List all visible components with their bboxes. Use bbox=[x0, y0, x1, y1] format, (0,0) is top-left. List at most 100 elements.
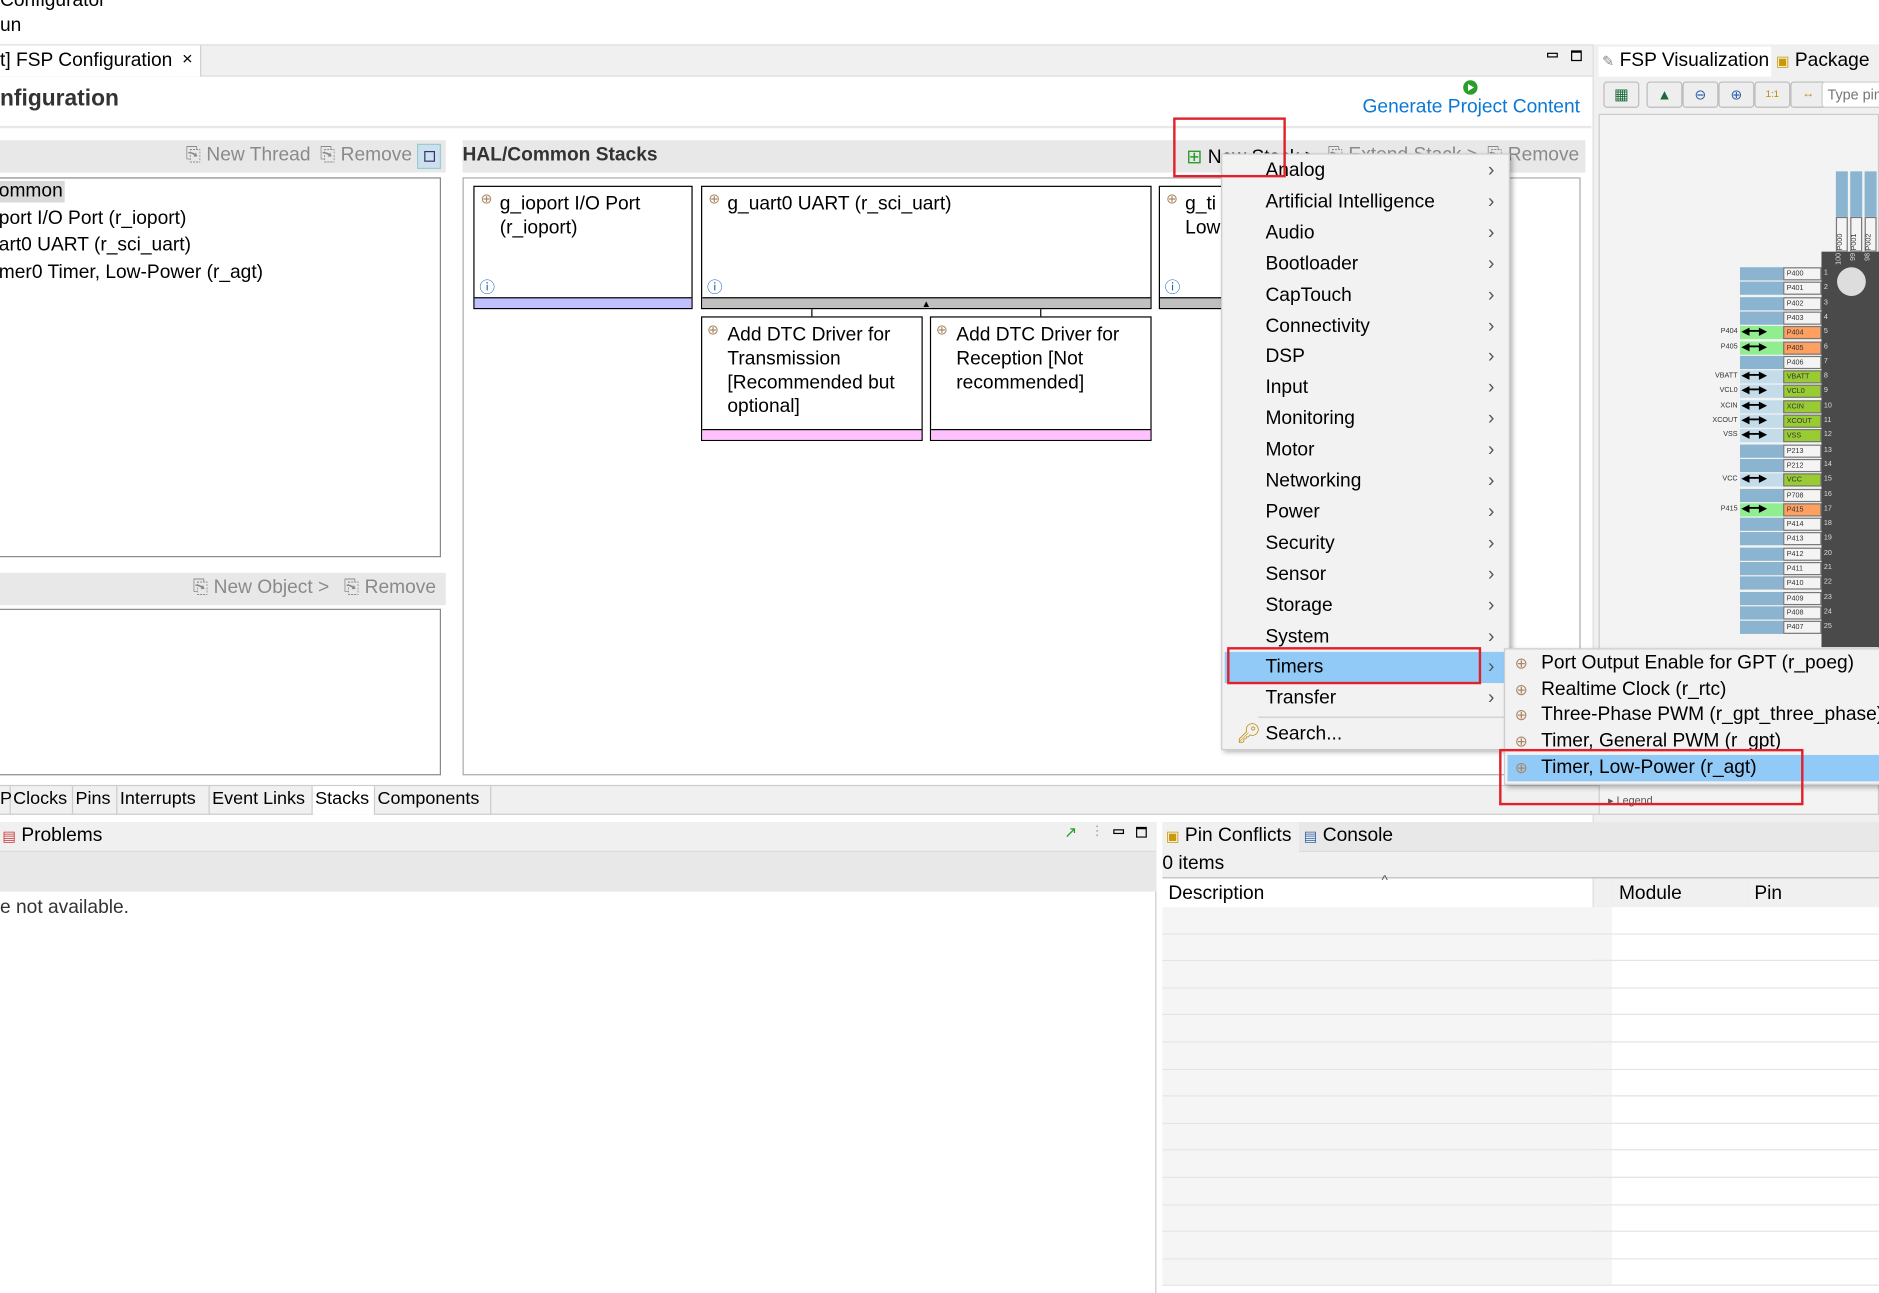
menu-item-transfer[interactable]: Transfer › bbox=[1225, 683, 1507, 714]
tab-interrupts[interactable]: Interrupts bbox=[117, 786, 210, 815]
module-box-ioport[interactable]: ⊕ g_ioport I/O Port (r_ioport) ⓘ bbox=[473, 185, 693, 310]
pin-13[interactable]: P213 13 bbox=[1702, 444, 1879, 458]
pin-3[interactable]: P402 3 bbox=[1702, 296, 1879, 310]
menu-item-networking[interactable]: Networking › bbox=[1225, 466, 1507, 497]
pin-8[interactable]: VBATT ◀━━▶ VBATT 8 bbox=[1702, 369, 1879, 384]
tab-clocks[interactable]: Clocks bbox=[11, 786, 74, 815]
zoom-in-icon[interactable]: ⊕ bbox=[1718, 81, 1755, 108]
pin-20[interactable]: P412 20 bbox=[1702, 547, 1879, 561]
collapse-all-icon[interactable] bbox=[417, 143, 441, 169]
menu-item-storage[interactable]: Storage › bbox=[1225, 590, 1507, 621]
info-icon[interactable]: ⓘ bbox=[707, 274, 723, 297]
info-icon[interactable]: ⓘ bbox=[1165, 274, 1181, 297]
pin-1[interactable]: P400 1 bbox=[1702, 267, 1879, 281]
pin-12[interactable]: VSS ◀━━▶ VSS 12 bbox=[1702, 428, 1879, 443]
tree-item-timer0[interactable]: mer0 Timer, Low-Power (r_agt) bbox=[0, 262, 263, 284]
open-console-icon[interactable]: ↗ bbox=[1064, 823, 1077, 842]
close-icon[interactable]: × bbox=[182, 49, 193, 69]
tab-fsp-visualization[interactable]: ✎ FSP Visualization bbox=[1598, 46, 1772, 77]
pin-10[interactable]: XCIN ◀━━▶ XCIN 10 bbox=[1702, 399, 1879, 414]
pin-2[interactable]: P401 2 bbox=[1702, 281, 1879, 296]
pin-17[interactable]: P415 ◀━━▶ P415 17 bbox=[1702, 502, 1879, 517]
collapse-dependencies-toggle[interactable]: ▲ bbox=[702, 297, 1151, 309]
fit-icon[interactable]: ▲ bbox=[1646, 81, 1683, 108]
remove-object-button[interactable]: ⎘ Remove bbox=[344, 578, 436, 600]
pin-23[interactable]: P409 23 bbox=[1702, 591, 1879, 605]
save-image-icon[interactable]: ▦ bbox=[1603, 81, 1640, 108]
menu-item-power[interactable]: Power › bbox=[1225, 497, 1507, 528]
pin-19[interactable]: P413 19 bbox=[1702, 532, 1879, 546]
pin-number: 12 bbox=[1823, 431, 1832, 439]
maximize-icon[interactable] bbox=[1136, 826, 1147, 838]
generate-icon[interactable] bbox=[1463, 80, 1478, 95]
menu-item-label: Motor bbox=[1265, 439, 1315, 461]
dependency-box-dtc-rx[interactable]: ⊕ Add DTC Driver for Reception [Not reco… bbox=[929, 316, 1152, 441]
editor-tab-fsp-configuration[interactable]: t] FSP Configuration × bbox=[0, 45, 202, 77]
bidirectional-arrow-icon: ◀━━▶ bbox=[1741, 369, 1767, 382]
new-object-button[interactable]: ⎘ New Object > bbox=[193, 578, 329, 600]
tab-components[interactable]: Components bbox=[375, 786, 492, 815]
column-header-description[interactable]: Description ^ bbox=[1162, 874, 1611, 907]
top-pin-name[interactable]: P002 bbox=[1864, 216, 1877, 252]
tab-stacks[interactable]: Stacks bbox=[312, 786, 376, 815]
tab-pin-conflicts[interactable]: ▣ Pin Conflicts bbox=[1162, 822, 1300, 853]
new-thread-button[interactable]: ⎘ New Thread bbox=[186, 145, 311, 167]
pin-18[interactable]: P414 18 bbox=[1702, 517, 1879, 531]
top-pin-name[interactable]: P000 bbox=[1835, 216, 1848, 252]
menu-item-security[interactable]: Security › bbox=[1225, 528, 1507, 559]
menu-item-audio[interactable]: Audio › bbox=[1225, 218, 1507, 249]
menu-item-input[interactable]: Input › bbox=[1225, 373, 1507, 404]
pin-search-input[interactable] bbox=[1821, 81, 1879, 108]
column-header-module[interactable]: Module bbox=[1611, 878, 1747, 908]
table-row bbox=[1162, 1177, 1879, 1206]
pin-15[interactable]: VCC ◀━━▶ VCC 15 bbox=[1702, 472, 1879, 487]
pin-24[interactable]: P408 24 bbox=[1702, 606, 1879, 620]
pin-4[interactable]: P403 4 bbox=[1702, 311, 1879, 325]
zoom-out-icon[interactable]: ⊖ bbox=[1682, 81, 1719, 108]
menu-item-search[interactable]: 🔑︎ Search... bbox=[1225, 719, 1507, 750]
pin-11[interactable]: XCOUT ◀━━▶ XCOUT 11 bbox=[1702, 413, 1879, 428]
menu-item-connectivity[interactable]: Connectivity › bbox=[1225, 311, 1507, 342]
pin-25[interactable]: P407 25 bbox=[1702, 620, 1879, 635]
menu-item-artificial-intelligence[interactable]: Artificial Intelligence › bbox=[1225, 187, 1507, 218]
tab-console[interactable]: ▤ Console bbox=[1304, 826, 1393, 848]
menu-item-sensor[interactable]: Sensor › bbox=[1225, 559, 1507, 590]
info-icon[interactable]: ⓘ bbox=[479, 274, 495, 297]
pin-7[interactable]: P406 7 bbox=[1702, 355, 1879, 369]
view-menu-icon[interactable]: ⋮ bbox=[1090, 823, 1103, 838]
bidirectional-arrow-icon: ◀━━▶ bbox=[1741, 472, 1767, 485]
pin-5[interactable]: P404 ◀━━▶ P404 5 bbox=[1702, 325, 1879, 340]
submenu-item[interactable]: ⊕ Realtime Clock (r_rtc) bbox=[1508, 677, 1879, 703]
pin-14[interactable]: P212 14 bbox=[1702, 458, 1879, 473]
tab-p[interactable]: P bbox=[0, 786, 12, 815]
submenu-item[interactable]: ⊕ Port Output Enable for GPT (r_poeg) bbox=[1508, 651, 1879, 677]
tree-item-common[interactable]: ommon bbox=[0, 180, 66, 203]
tab-problems[interactable]: ▤ Problems bbox=[2, 826, 102, 848]
tab-package[interactable]: ▣ Package bbox=[1776, 50, 1870, 72]
pin-21[interactable]: P411 21 bbox=[1702, 562, 1879, 576]
actual-size-icon[interactable]: 1:1 bbox=[1754, 81, 1791, 108]
menu-item-captouch[interactable]: CapTouch › bbox=[1225, 280, 1507, 311]
pin-9[interactable]: VCL0 ◀━━▶ VCL0 9 bbox=[1702, 384, 1879, 399]
tree-item-ioport[interactable]: port I/O Port (r_ioport) bbox=[0, 209, 186, 231]
submenu-item[interactable]: ⊕ Three-Phase PWM (r_gpt_three_phase) bbox=[1508, 703, 1879, 729]
pin-22[interactable]: P410 22 bbox=[1702, 576, 1879, 590]
menu-item-monitoring[interactable]: Monitoring › bbox=[1225, 404, 1507, 435]
pin-16[interactable]: P708 16 bbox=[1702, 488, 1879, 502]
tab-event-links[interactable]: Event Links bbox=[210, 786, 313, 815]
minimize-icon[interactable] bbox=[1113, 829, 1125, 835]
module-box-uart0[interactable]: ⊕ g_uart0 UART (r_sci_uart) ⓘ ▲ bbox=[701, 185, 1152, 310]
menu-item-motor[interactable]: Motor › bbox=[1225, 435, 1507, 466]
column-header-pin[interactable]: Pin bbox=[1747, 878, 1879, 908]
dependency-box-dtc-tx[interactable]: ⊕ Add DTC Driver for Transmission [Recom… bbox=[701, 316, 923, 441]
remove-thread-button[interactable]: ⎘ Remove bbox=[320, 145, 412, 167]
tab-pins[interactable]: Pins bbox=[73, 786, 118, 815]
generate-project-content-link[interactable]: Generate Project Content bbox=[1363, 97, 1580, 119]
menu-item-dsp[interactable]: DSP › bbox=[1225, 342, 1507, 373]
minimize-icon[interactable] bbox=[1547, 52, 1558, 58]
maximize-icon[interactable] bbox=[1571, 50, 1582, 62]
tree-item-uart0[interactable]: art0 UART (r_sci_uart) bbox=[0, 235, 191, 257]
top-pin-name[interactable]: P001 bbox=[1850, 216, 1863, 252]
pin-6[interactable]: P405 ◀━━▶ P405 6 bbox=[1702, 340, 1879, 355]
menu-item-bootloader[interactable]: Bootloader › bbox=[1225, 249, 1507, 280]
